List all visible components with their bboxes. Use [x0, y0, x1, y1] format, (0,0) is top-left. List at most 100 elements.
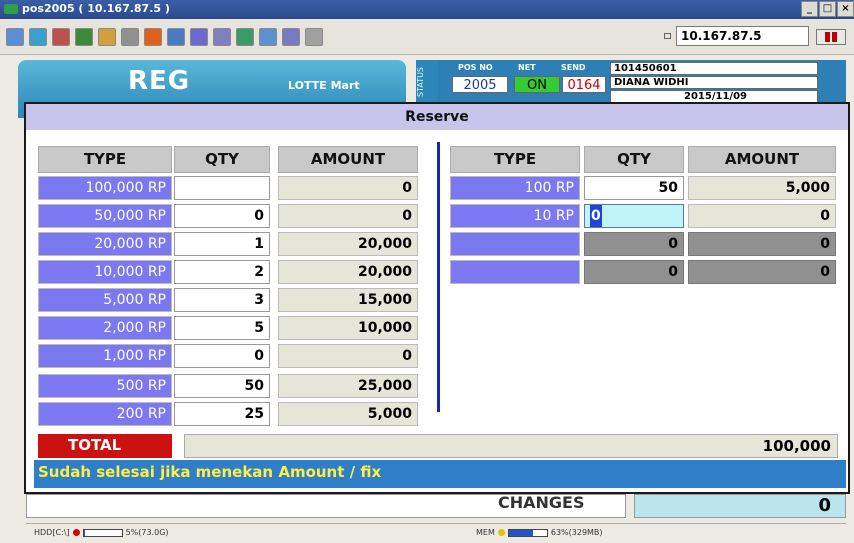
quantity-input[interactable]: 2 [174, 260, 270, 284]
denomination-label [450, 232, 580, 256]
mem-label: MEM [476, 528, 495, 537]
denomination-label: 2,000 RP [38, 316, 172, 340]
quantity-input[interactable]: 0 [174, 204, 270, 228]
toolbar-icons [6, 28, 323, 46]
cashier-name: DIANA WIDHI [610, 76, 818, 89]
amount-value: 0 [278, 176, 418, 200]
changes-value-box: 0 [634, 494, 846, 518]
status-panel: POS NO NET SEND 2005 ON 0164 101450601 D… [438, 60, 846, 104]
toolbar-tool-icon[interactable] [121, 28, 139, 46]
toolbar-tool-icon[interactable] [29, 28, 47, 46]
amount-value: 0 [278, 344, 418, 368]
mem-status: MEM 63%(329MB) [476, 528, 603, 537]
amount-value: 10,000 [278, 316, 418, 340]
quantity-input[interactable]: 50 [584, 176, 684, 200]
denomination-label: 100 RP [450, 176, 580, 200]
total-label: TOTAL [38, 434, 172, 458]
account-value: 101450601 [610, 62, 818, 75]
send-value: 0164 [562, 76, 606, 93]
toolbar: 10.167.87.5 [0, 19, 854, 55]
total-value: 100,000 [184, 434, 838, 458]
ip-address-field[interactable]: 10.167.87.5 [676, 26, 809, 46]
amount-value: 0 [688, 204, 836, 228]
denomination-label: 200 RP [38, 402, 172, 426]
reg-label: REG [128, 66, 191, 96]
toolbar-tool-icon[interactable] [305, 28, 323, 46]
hdd-status: HDD[C:\] 5%(73.0G) [34, 528, 169, 537]
net-header: NET [518, 63, 536, 72]
denomination-label: 1,000 RP [38, 344, 172, 368]
quantity-input[interactable]: 1 [174, 232, 270, 256]
amount-value: 0 [278, 204, 418, 228]
reserve-dialog: Reserve TYPE QTY AMOUNT TYPE QTY AMOUNT … [24, 102, 850, 494]
quantity-input[interactable]: 0 [584, 204, 684, 228]
amount-value: 0 [688, 260, 836, 284]
changes-label: CHANGES [498, 493, 585, 512]
pos-no-header: POS NO [458, 63, 493, 72]
toolbar-tool-icon[interactable] [75, 28, 93, 46]
toolbar-tool-icon[interactable] [167, 28, 185, 46]
signal-icon [816, 29, 846, 45]
instruction-message: Sudah selesai jika menekan Amount / fix [34, 460, 846, 488]
status-strip: STATUS [416, 60, 438, 104]
hdd-indicator-icon [72, 529, 80, 536]
left-type-header: TYPE [38, 146, 172, 173]
denomination-label: 50,000 RP [38, 204, 172, 228]
toolbar-tool-icon[interactable] [52, 28, 70, 46]
denomination-label: 5,000 RP [38, 288, 172, 312]
denomination-label: 10,000 RP [38, 260, 172, 284]
dialog-title: Reserve [26, 104, 848, 130]
right-qty-header: QTY [584, 146, 684, 173]
left-amount-header: AMOUNT [278, 146, 418, 173]
status-bar: HDD[C:\] 5%(73.0G) MEM 63%(329MB) [26, 523, 846, 541]
denomination-label [450, 260, 580, 284]
hdd-value: 5%(73.0G) [125, 528, 169, 537]
right-amount-header: AMOUNT [688, 146, 836, 173]
toolbar-tool-icon[interactable] [144, 28, 162, 46]
mem-value: 63%(329MB) [550, 528, 603, 537]
quantity-input[interactable]: 5 [174, 316, 270, 340]
toolbar-tool-icon[interactable] [190, 28, 208, 46]
toolbar-tool-icon[interactable] [213, 28, 231, 46]
changes-value: 0 [818, 495, 831, 516]
maximize-button[interactable]: □ [819, 1, 836, 17]
pos-no-value: 2005 [452, 76, 508, 93]
toolbar-tool-icon[interactable] [282, 28, 300, 46]
brand-label: LOTTE Mart [288, 79, 360, 92]
toolbar-tool-icon[interactable] [6, 28, 24, 46]
window-controls: _ □ × [800, 1, 854, 17]
amount-value: 20,000 [278, 260, 418, 284]
amount-value: 5,000 [688, 176, 836, 200]
quantity-input[interactable]: 0 [584, 260, 684, 284]
toolbar-tool-icon[interactable] [236, 28, 254, 46]
amount-value: 25,000 [278, 374, 418, 398]
net-status: ON [514, 76, 560, 93]
connection-icon [664, 33, 671, 39]
close-button[interactable]: × [837, 1, 854, 17]
app-icon [4, 4, 18, 14]
denomination-label: 500 RP [38, 374, 172, 398]
denomination-label: 20,000 RP [38, 232, 172, 256]
minimize-button[interactable]: _ [801, 1, 818, 17]
quantity-input[interactable]: 25 [174, 402, 270, 426]
quantity-input[interactable]: 3 [174, 288, 270, 312]
column-divider [437, 142, 440, 412]
right-type-header: TYPE [450, 146, 580, 173]
hdd-usage-bar [82, 528, 123, 537]
toolbar-tool-icon[interactable] [259, 28, 277, 46]
denomination-label: 100,000 RP [38, 176, 172, 200]
quantity-input[interactable]: 50 [174, 374, 270, 398]
text-cursor: 0 [590, 205, 602, 227]
amount-value: 20,000 [278, 232, 418, 256]
toolbar-tool-icon[interactable] [98, 28, 116, 46]
hdd-label: HDD[C:\] [34, 528, 70, 537]
amount-value: 0 [688, 232, 836, 256]
mem-indicator-icon [497, 529, 505, 536]
quantity-input[interactable] [174, 176, 270, 200]
amount-value: 15,000 [278, 288, 418, 312]
denomination-label: 10 RP [450, 204, 580, 228]
left-qty-header: QTY [174, 146, 270, 173]
amount-value: 5,000 [278, 402, 418, 426]
quantity-input[interactable]: 0 [584, 232, 684, 256]
quantity-input[interactable]: 0 [174, 344, 270, 368]
